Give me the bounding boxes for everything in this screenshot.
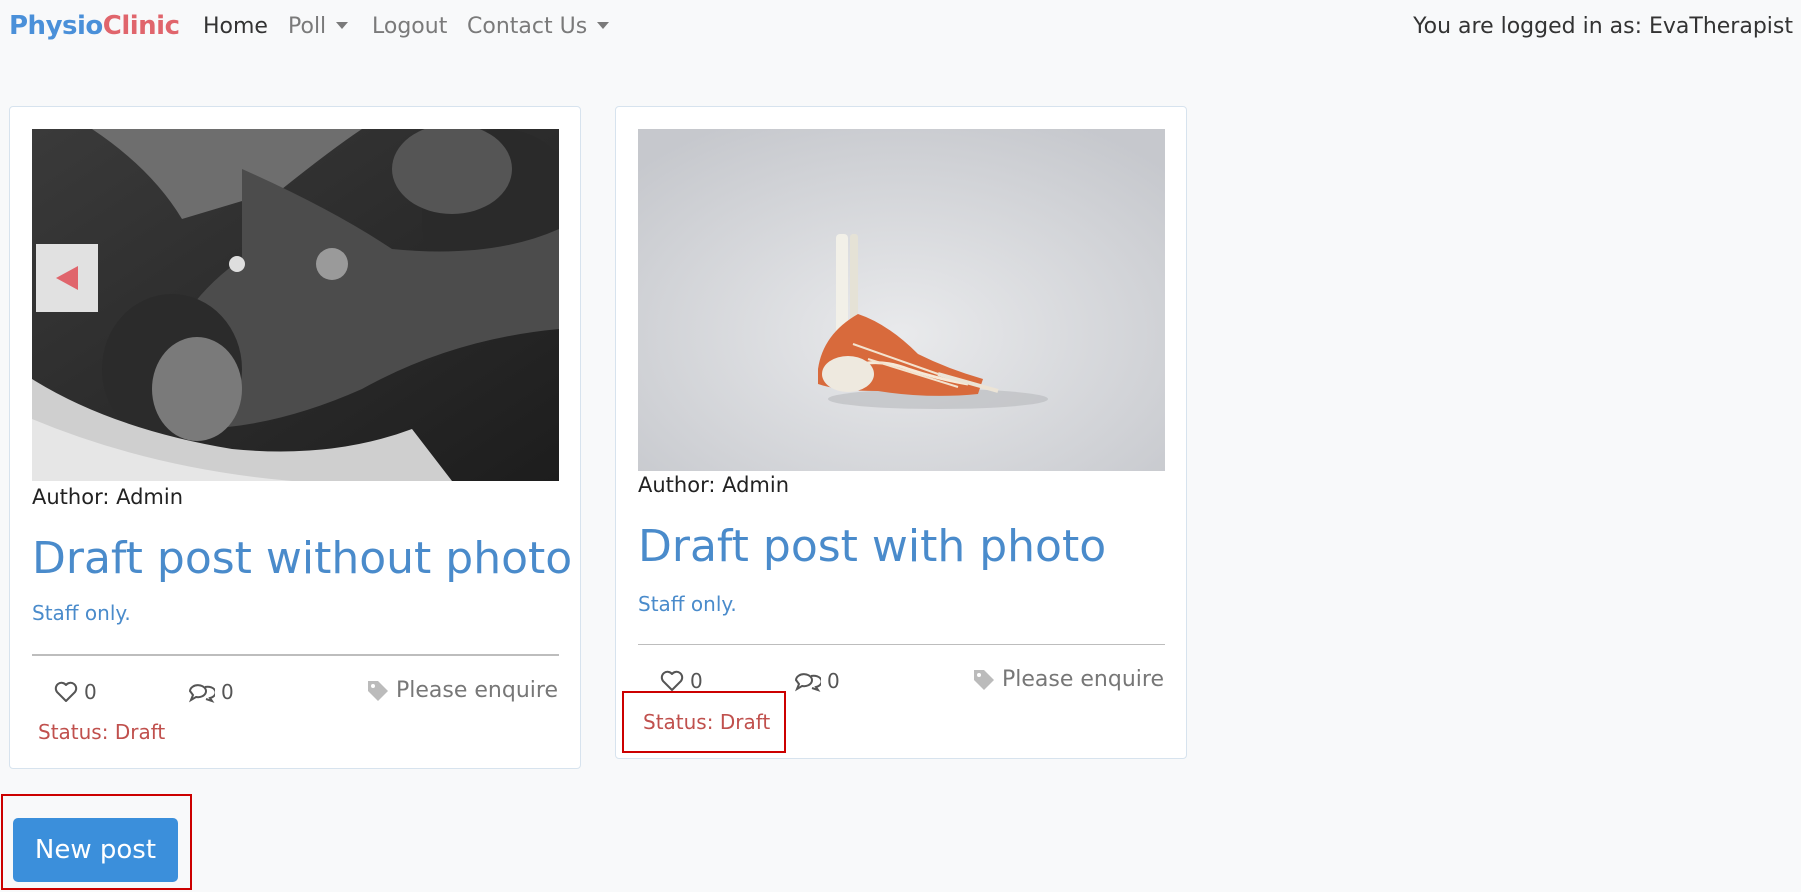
post-card: Author: Admin Draft post without photo S… xyxy=(9,106,581,769)
chevron-down-icon xyxy=(336,22,349,29)
brand-part-clinic: Clinic xyxy=(102,11,180,41)
arrow-left-icon xyxy=(56,266,78,290)
price-text: Please enquire xyxy=(1002,667,1164,692)
comments-icon xyxy=(794,673,821,692)
post-author: Author: Admin xyxy=(32,485,184,509)
nav-home-link[interactable]: Home xyxy=(203,14,268,39)
post-author: Author: Admin xyxy=(638,473,790,497)
nav-poll-label: Poll xyxy=(288,14,327,39)
comment-button[interactable]: 0 xyxy=(187,680,234,704)
post-title-link[interactable]: Draft post without photo xyxy=(32,533,572,584)
tag-icon xyxy=(368,680,389,701)
post-image-foot xyxy=(638,129,1165,471)
price-label: Please enquire xyxy=(972,667,1164,692)
post-subtitle: Staff only. xyxy=(32,601,131,625)
like-button[interactable]: 0 xyxy=(660,669,703,693)
post-title-link[interactable]: Draft post with photo xyxy=(638,521,1106,572)
foot-model-photo xyxy=(638,129,1165,471)
brand-part-physio: Physio xyxy=(9,11,103,41)
card-divider xyxy=(638,644,1165,645)
post-image-massage xyxy=(32,129,559,481)
post-card: Author: Admin Draft post with photo Staf… xyxy=(615,106,1187,759)
like-count: 0 xyxy=(690,669,703,693)
post-status: Status: Draft xyxy=(643,710,771,734)
massage-photo xyxy=(32,129,559,481)
post-status: Status: Draft xyxy=(38,720,166,744)
nav-contact-dropdown[interactable]: Contact Us xyxy=(467,14,610,39)
logged-in-status: You are logged in as: EvaTherapist xyxy=(1413,14,1793,39)
nav-logout-link[interactable]: Logout xyxy=(372,14,447,39)
carousel-prev-button[interactable] xyxy=(36,244,98,312)
chevron-down-icon xyxy=(597,22,610,29)
comment-count: 0 xyxy=(221,680,234,704)
brand-logo[interactable]: PhysioClinic xyxy=(9,11,180,41)
comment-button[interactable]: 0 xyxy=(793,669,840,693)
price-label: Please enquire xyxy=(366,678,558,703)
tag-icon xyxy=(974,669,995,690)
heart-icon xyxy=(54,681,78,702)
nav-poll-dropdown[interactable]: Poll xyxy=(288,14,349,39)
navbar: PhysioClinic Home Poll Logout Contact Us… xyxy=(0,0,1801,56)
comments-icon xyxy=(188,684,215,703)
post-subtitle: Staff only. xyxy=(638,592,737,616)
card-divider xyxy=(32,654,559,656)
heart-icon xyxy=(660,670,684,691)
like-button[interactable]: 0 xyxy=(54,680,97,704)
like-count: 0 xyxy=(84,680,97,704)
nav-contact-label: Contact Us xyxy=(467,14,588,39)
comment-count: 0 xyxy=(827,669,840,693)
new-post-button[interactable]: New post xyxy=(13,818,178,882)
price-text: Please enquire xyxy=(396,678,558,703)
